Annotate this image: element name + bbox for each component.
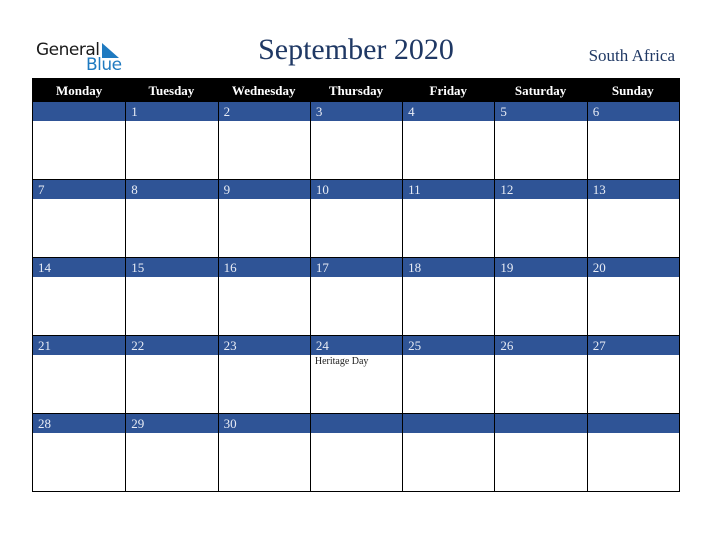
date-number: 8	[126, 180, 218, 199]
day-cell[interactable]: 10	[309, 180, 403, 257]
date-number	[495, 414, 587, 433]
holiday-event: Heritage Day	[314, 356, 369, 367]
day-cell[interactable]	[586, 414, 679, 491]
date-number: 20	[587, 258, 679, 277]
date-number: 4	[403, 102, 495, 121]
day-cell[interactable]: 4	[402, 102, 495, 179]
day-cell[interactable]: 13	[586, 180, 679, 257]
day-cell[interactable]: 6	[586, 102, 679, 179]
day-cell[interactable]: 23	[217, 336, 310, 413]
date-number: 5	[495, 102, 587, 121]
date-number: 14	[33, 258, 126, 277]
day-cell[interactable]	[402, 414, 495, 491]
weekday-label: Wednesday	[231, 83, 296, 98]
weekday-label: Tuesday	[148, 83, 195, 98]
date-number: 6	[587, 102, 679, 121]
date-number: 28	[33, 414, 126, 433]
date-number: 15	[126, 258, 218, 277]
day-cell[interactable]: 20	[586, 258, 679, 335]
day-cell[interactable]: 28	[33, 414, 126, 491]
day-cell[interactable]: 12	[494, 180, 587, 257]
date-number	[33, 102, 126, 121]
weekday-label: Monday	[56, 83, 103, 98]
date-number: 10	[310, 180, 403, 199]
date-number: 3	[310, 102, 403, 121]
date-number: 1	[126, 102, 218, 121]
weekday-label: Friday	[429, 83, 468, 98]
date-number: 27	[587, 336, 679, 355]
day-cell[interactable]	[33, 102, 126, 179]
day-cell[interactable]: 5	[494, 102, 587, 179]
date-number: 19	[495, 258, 587, 277]
day-cell[interactable]: 2	[217, 102, 310, 179]
date-number: 2	[218, 102, 310, 121]
date-number	[403, 414, 495, 433]
date-number	[587, 414, 679, 433]
date-number: 9	[218, 180, 310, 199]
week-row: 7 8 9 10 11 12 13	[33, 179, 679, 257]
day-cell[interactable]: 29	[125, 414, 218, 491]
date-number: 22	[126, 336, 218, 355]
date-number: 16	[218, 258, 310, 277]
weekday-label: Thursday	[328, 83, 384, 98]
date-number: 18	[403, 258, 495, 277]
date-number: 21	[33, 336, 126, 355]
date-number: 7	[33, 180, 126, 199]
date-number: 13	[587, 180, 679, 199]
week-row: 123456	[33, 102, 679, 179]
day-cell[interactable]: 22	[125, 336, 218, 413]
day-cell[interactable]	[309, 414, 403, 491]
day-cell[interactable]: 16	[217, 258, 310, 335]
day-cell[interactable]: 7	[33, 180, 126, 257]
day-cell[interactable]: 26	[494, 336, 587, 413]
date-number: 17	[310, 258, 403, 277]
weekday-label: Saturday	[514, 83, 567, 98]
day-cell[interactable]: 11	[402, 180, 495, 257]
date-number: 26	[495, 336, 587, 355]
date-number: 23	[218, 336, 310, 355]
date-number: 12	[495, 180, 587, 199]
date-number: 25	[403, 336, 495, 355]
day-cell[interactable]: 14	[33, 258, 126, 335]
date-number	[310, 414, 403, 433]
day-cell[interactable]	[494, 414, 587, 491]
day-cell[interactable]: 17	[309, 258, 403, 335]
day-cell[interactable]: 24 Heritage Day	[309, 336, 403, 413]
date-number: 29	[126, 414, 218, 433]
day-cell[interactable]: 30	[217, 414, 310, 491]
day-cell[interactable]: 8	[125, 180, 218, 257]
date-number: 30	[218, 414, 310, 433]
weekday-header: Monday Tuesday Wednesday Thursday Friday Satu…	[33, 79, 679, 102]
weekday-label: Sunday	[611, 83, 654, 98]
day-cell[interactable]: 25	[402, 336, 495, 413]
day-cell[interactable]: 15	[125, 258, 218, 335]
week-row: 21 22 23 24 Heritage Day 25 26 27	[33, 335, 679, 413]
day-cell[interactable]: 1	[125, 102, 218, 179]
week-row: 14 15 16 17 18 19 20	[33, 257, 679, 335]
calendar-grid: Monday Tuesday Wednesday Thursday Friday Satu…	[32, 78, 680, 492]
week-row: 28 29 30	[33, 413, 679, 491]
day-cell[interactable]: 19	[494, 258, 587, 335]
day-cell[interactable]: 18	[402, 258, 495, 335]
day-cell[interactable]: 27	[586, 336, 679, 413]
day-cell[interactable]: 21	[33, 336, 126, 413]
day-cell[interactable]: 9	[217, 180, 310, 257]
day-cell[interactable]: 3	[309, 102, 403, 179]
date-number: 24	[310, 336, 403, 355]
country-label: South Africa	[588, 46, 675, 65]
date-number: 11	[403, 180, 495, 199]
